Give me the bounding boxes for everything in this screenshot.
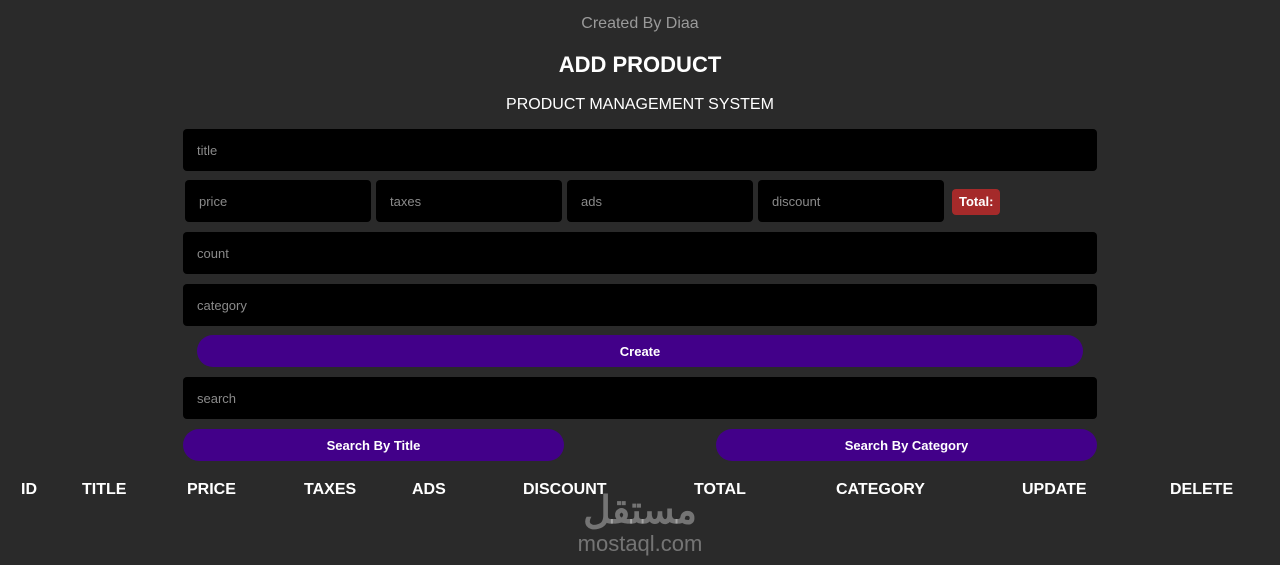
watermark-logo: مستقل mostaql.com [560,490,720,556]
column-header-update: UPDATE [1022,481,1087,498]
search-by-category-button[interactable]: Search By Category [716,429,1097,461]
credit-text: Created By Diaa [581,15,699,32]
column-header-taxes: TAXES [304,481,357,498]
search-input[interactable] [183,377,1097,419]
count-input[interactable] [183,232,1097,274]
watermark-latin: mostaql.com [577,531,703,556]
category-input[interactable] [183,284,1097,326]
total-badge: Total: [952,189,1001,215]
price-input[interactable] [185,180,371,222]
ads-input[interactable] [567,180,753,222]
page-subtitle: PRODUCT MANAGEMENT SYSTEM [506,96,774,113]
create-button[interactable]: Create [197,335,1083,367]
page-title: ADD PRODUCT [558,52,722,77]
column-header-price: PRICE [187,481,236,498]
watermark-arabic: مستقل [583,490,697,532]
column-header-category: CATEGORY [836,481,925,498]
column-header-delete: DELETE [1170,481,1234,498]
taxes-input[interactable] [376,180,562,222]
column-header-title: TITLE [82,481,127,498]
title-input[interactable] [183,129,1097,171]
column-header-ads: ADS [412,481,446,498]
column-header-id: ID [21,481,37,498]
search-by-title-button[interactable]: Search By Title [183,429,564,461]
discount-input[interactable] [758,180,944,222]
